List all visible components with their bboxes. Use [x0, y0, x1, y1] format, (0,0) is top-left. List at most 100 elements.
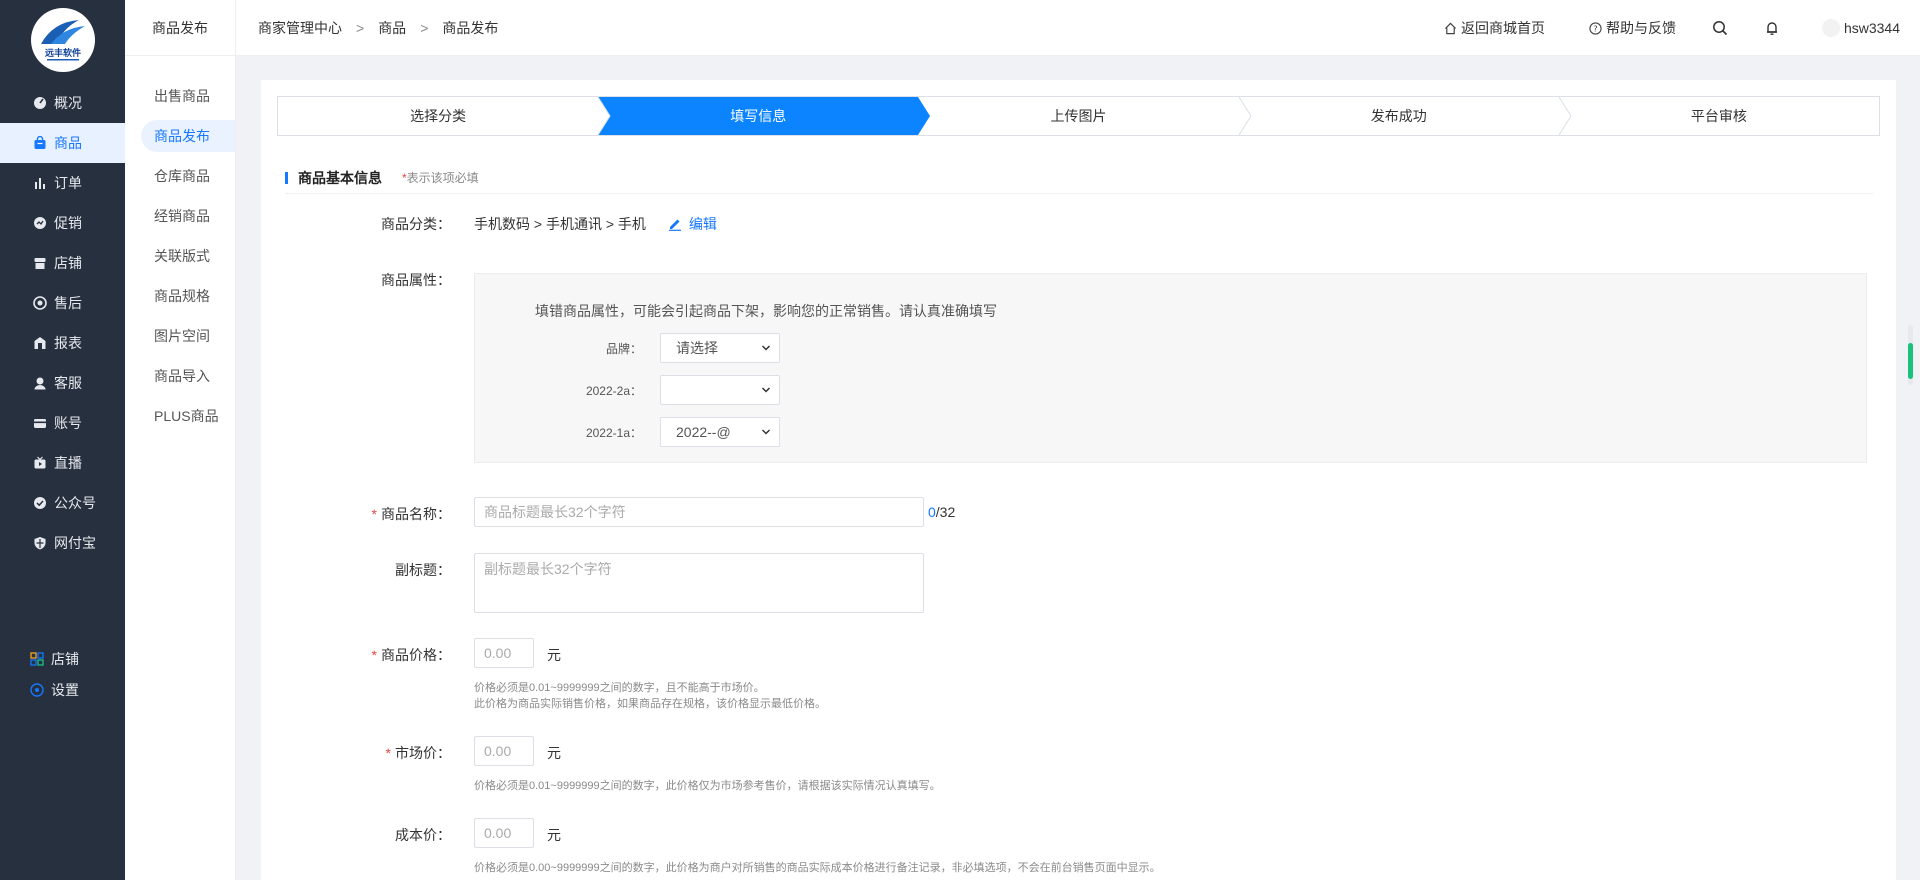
category-path: 手机数码 > 手机通讯 > 手机 — [474, 216, 646, 232]
price-unit: 元 — [547, 647, 561, 663]
submenu-item-distribution[interactable]: 经销商品 — [141, 200, 235, 232]
required-star: * — [385, 745, 391, 761]
breadcrumb-separator: > — [356, 20, 365, 36]
breadcrumb-item-merchant-center[interactable]: 商家管理中心 — [258, 18, 342, 38]
nav-item-orders[interactable]: 订单 — [0, 163, 125, 203]
edit-category-button[interactable]: 编辑 — [668, 214, 717, 234]
bottom-nav-store[interactable]: 店铺 — [0, 643, 125, 674]
nav-item-reports[interactable]: 报表 — [0, 323, 125, 363]
chevron-down-icon — [761, 345, 771, 351]
brand-select[interactable]: 请选择 — [660, 333, 780, 363]
scrollbar-thumb[interactable] — [1908, 343, 1913, 379]
attribute-label: 品牌： — [605, 341, 642, 356]
submenu-item-on-sale[interactable]: 出售商品 — [141, 80, 235, 112]
nav-item-label: 商品 — [54, 135, 82, 151]
bar-chart-icon — [33, 176, 47, 190]
search-icon[interactable] — [1712, 20, 1728, 36]
submenu-item-plus[interactable]: PLUS商品 — [141, 400, 235, 432]
goods-name-input[interactable]: 商品标题最长32个字符 — [474, 497, 924, 527]
cost-price-unit: 元 — [547, 827, 561, 843]
settings-icon — [30, 682, 44, 697]
nav-item-goods[interactable]: 商品 — [0, 123, 125, 163]
breadcrumb-item-goods[interactable]: 商品 — [378, 18, 406, 38]
counter-current: 0 — [928, 504, 936, 520]
submenu-item-related-layout[interactable]: 关联版式 — [141, 240, 235, 272]
user-menu[interactable]: hsw3344 — [1821, 19, 1900, 37]
nav-item-label: 促销 — [54, 215, 82, 231]
step-arrow-icon — [1558, 97, 1572, 135]
nav-item-account[interactable]: 账号 — [0, 403, 125, 443]
cost-price-hint: 价格必须是0.00~9999999之间的数字，此价格为商户对所销售的商品实际成本… — [474, 862, 1161, 874]
nav-item-label: 订单 — [54, 175, 82, 191]
subtitle-label: 副标题： — [395, 562, 451, 578]
help-icon: ? — [1589, 21, 1602, 35]
logo-text: 远丰软件 — [45, 47, 81, 59]
submenu-item-import[interactable]: 商品导入 — [141, 360, 235, 392]
bell-icon[interactable] — [1764, 20, 1780, 36]
nav-item-customer-service[interactable]: 客服 — [0, 363, 125, 403]
step-select-category[interactable]: 选择分类 — [278, 97, 611, 135]
nav-item-official-account[interactable]: 公众号 — [0, 483, 125, 523]
nav-item-after-sales[interactable]: 售后 — [0, 283, 125, 323]
nav-item-promotion[interactable]: 促销 — [0, 203, 125, 243]
market-price-label: * 市场价： — [361, 743, 451, 763]
header-actions: 返回商城首页 ? 帮助与反馈 hsw3344 — [1400, 0, 1900, 56]
category-label: 商品分类： — [381, 216, 451, 232]
nav-item-wangfubao[interactable]: 网付宝 — [0, 523, 125, 563]
submenu-item-image-space[interactable]: 图片空间 — [141, 320, 235, 352]
input-placeholder: 0.00 — [484, 645, 512, 661]
price-input[interactable]: 0.00 — [474, 638, 534, 668]
textarea-placeholder: 副标题最长32个字符 — [484, 561, 612, 577]
help-link-label: 帮助与反馈 — [1605, 20, 1676, 36]
home-link-label: 返回商城首页 — [1460, 20, 1545, 36]
attributes-panel: 填错商品属性，可能会引起商品下架，影响您的正常销售。请认真准确填写 品牌： 请选… — [474, 273, 1867, 463]
step-upload-images[interactable]: 上传图片 — [918, 97, 1252, 135]
label-text: 市场价： — [395, 745, 451, 761]
chevron-down-icon — [761, 429, 771, 435]
section-title: 商品基本信息 — [298, 169, 382, 186]
step-arrow-icon — [1238, 97, 1252, 135]
nav-item-label: 公众号 — [54, 495, 96, 511]
step-publish-success[interactable]: 发布成功 — [1239, 97, 1572, 135]
pencil-icon — [668, 219, 681, 231]
home-link[interactable]: 返回商城首页 — [1444, 18, 1545, 38]
nav-item-store[interactable]: 店铺 — [0, 243, 125, 283]
page-scrollbar[interactable] — [1908, 325, 1913, 385]
step-platform-review[interactable]: 平台审核 — [1559, 97, 1879, 135]
shield-icon — [33, 536, 47, 550]
step-label: 填写信息 — [730, 108, 787, 124]
after-sales-icon — [33, 296, 47, 310]
market-price-hint: 价格必须是0.01~9999999之间的数字，此价格仅为市场参考售价，请根据该实… — [474, 780, 941, 792]
svg-text:?: ? — [1593, 23, 1597, 33]
nav-item-overview[interactable]: 概况 — [0, 83, 125, 123]
verified-icon — [33, 496, 47, 510]
nav-item-label: 概况 — [54, 95, 82, 111]
category-row: 手机数码 > 手机通讯 > 手机 编辑 — [474, 214, 717, 234]
breadcrumb: 商家管理中心 > 商品 > 商品发布 — [258, 0, 498, 56]
nav-item-label: 直播 — [54, 455, 82, 471]
step-fill-info[interactable]: 填写信息 — [598, 97, 931, 135]
subtitle-textarea[interactable]: 副标题最长32个字符 — [474, 553, 924, 613]
shop-icon — [33, 256, 47, 270]
submenu-item-publish[interactable]: 商品发布 — [141, 120, 235, 152]
section-header: 商品基本信息 *表示该项必填 — [285, 162, 1873, 194]
market-price-input[interactable]: 0.00 — [474, 736, 534, 766]
step-arrow-icon — [916, 97, 931, 135]
nav-item-live[interactable]: 直播 — [0, 443, 125, 483]
attribute-2022-1a-select[interactable]: 2022--@ — [660, 417, 780, 447]
main-sidebar: 远丰软件 概况 商品 订单 促销 店铺 售后 报表 客服 账号 直播 公众号 网… — [0, 0, 125, 880]
edit-label: 编辑 — [688, 216, 717, 232]
submenu-item-specs[interactable]: 商品规格 — [141, 280, 235, 312]
price-hint-1: 价格必须是0.01~9999999之间的数字，且不能高于市场价。 — [474, 682, 765, 694]
submenu-item-warehouse[interactable]: 仓库商品 — [141, 160, 235, 192]
submenu-title: 商品发布 — [125, 0, 235, 56]
avatar — [1821, 19, 1840, 37]
help-link[interactable]: ? 帮助与反馈 — [1589, 18, 1676, 38]
company-logo[interactable]: 远丰软件 — [31, 8, 95, 72]
breadcrumb-separator: > — [420, 20, 429, 36]
top-header: 商家管理中心 > 商品 > 商品发布 返回商城首页 ? 帮助与反馈 hsw334… — [236, 0, 1920, 56]
attribute-2022-2a-select[interactable] — [660, 375, 780, 405]
customer-service-icon — [33, 376, 47, 390]
cost-price-input[interactable]: 0.00 — [474, 818, 534, 848]
bottom-nav-settings[interactable]: 设置 — [0, 674, 125, 705]
